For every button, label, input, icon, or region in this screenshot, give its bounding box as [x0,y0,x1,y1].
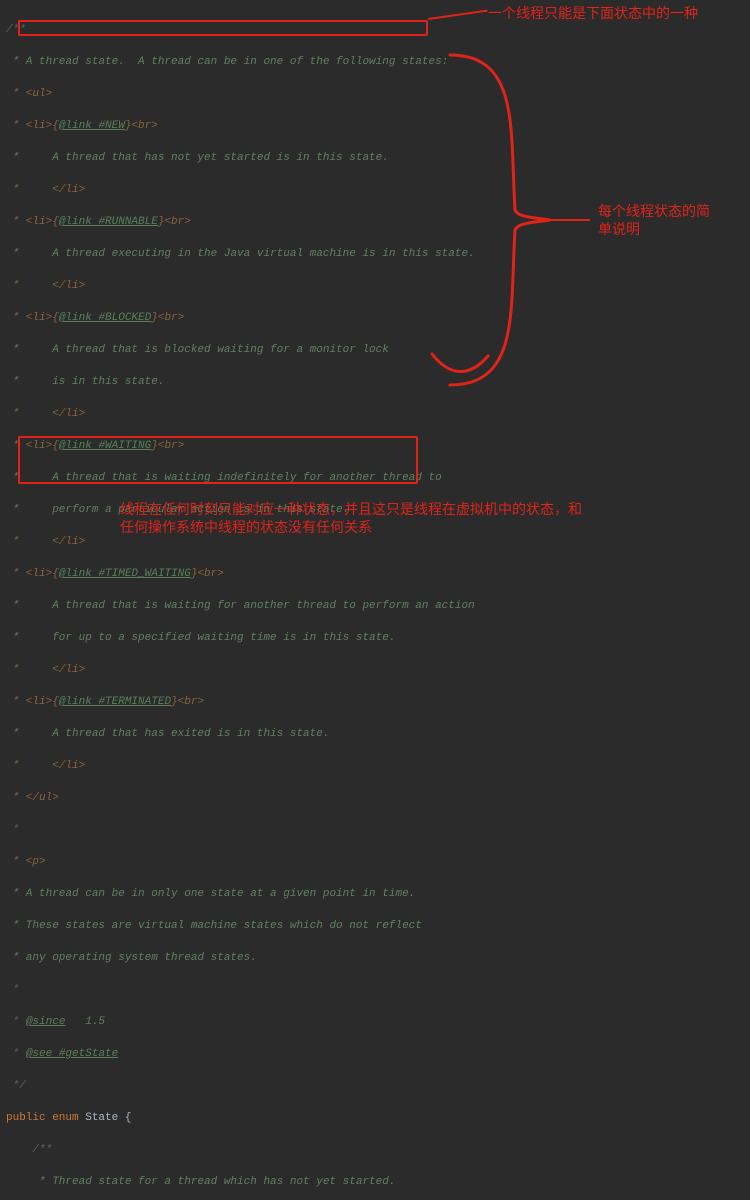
javadoc-link: @link [59,216,92,228]
keyword-enum: enum [46,1112,79,1124]
doc-line: * <li>{ [6,568,59,580]
doc-line: * perform a particular action is in this… [6,504,349,516]
doc-line: * [6,1048,26,1060]
link-target: #TERMINATED [92,696,171,708]
link-target: #WAITING [92,440,151,452]
doc-line: * </li> [6,760,85,772]
doc-line: * [6,1016,26,1028]
doc-line: * any operating system thread states. [6,952,257,964]
doc-line: * <p> [6,856,46,868]
doc-line: * A thread that is waiting for another t… [6,600,475,612]
javadoc-link: @link [59,120,92,132]
see-value: #getState [52,1048,118,1060]
doc-line: * A thread can be in only one state at a… [6,888,415,900]
doc-line: * A thread executing in the Java virtual… [6,248,475,260]
doc-line: * A thread that is blocked waiting for a… [6,344,389,356]
code-editor-view: /** * A thread state. A thread can be in… [0,0,750,1200]
doc-line: * </li> [6,408,85,420]
doc-line: }<br> [158,216,191,228]
comment-close: */ [6,1080,26,1092]
doc-line: * is in this state. [6,376,164,388]
doc-line: }<br> [125,120,158,132]
doc-line: }<br> [191,568,224,580]
since-value: 1.5 [65,1016,105,1028]
see-tag: @see [26,1048,52,1060]
doc-line: }<br> [151,312,184,324]
keyword-public: public [6,1112,46,1124]
javadoc-link: @link [59,440,92,452]
type-name: State [79,1112,125,1124]
javadoc-link: @link [59,568,92,580]
doc-line: * [6,824,19,836]
doc-line: * These states are virtual machine state… [6,920,422,932]
doc-line: * A thread that has exited is in this st… [6,728,329,740]
doc-line: }<br> [171,696,204,708]
doc-line: * A thread that has not yet started is i… [6,152,389,164]
doc-line: * </li> [6,536,85,548]
inner-doc-line: * Thread state for a thread which has no… [6,1176,395,1188]
doc-line: * for up to a specified waiting time is … [6,632,395,644]
link-target: #NEW [92,120,125,132]
doc-line: * <ul> [6,88,52,100]
link-target: #BLOCKED [92,312,151,324]
comment-open: /** [6,24,26,36]
doc-line: * </li> [6,664,85,676]
doc-line: }<br> [151,440,184,452]
doc-line-header: * A thread state. A thread can be in one… [6,56,448,68]
doc-line: * </li> [6,280,85,292]
javadoc-link: @link [59,312,92,324]
doc-line: * <li>{ [6,440,59,452]
doc-line: * [6,984,19,996]
doc-line: * <li>{ [6,696,59,708]
doc-line: * <li>{ [6,120,59,132]
doc-line: * </ul> [6,792,59,804]
inner-comment-open: /** [6,1144,52,1156]
doc-line: * A thread that is waiting indefinitely … [6,472,442,484]
doc-line: * </li> [6,184,85,196]
since-tag: @since [26,1016,66,1028]
link-target: #RUNNABLE [92,216,158,228]
doc-line: * <li>{ [6,312,59,324]
javadoc-link: @link [59,696,92,708]
doc-line: * <li>{ [6,216,59,228]
brace-open: { [125,1112,132,1124]
link-target: #TIMED_WAITING [92,568,191,580]
